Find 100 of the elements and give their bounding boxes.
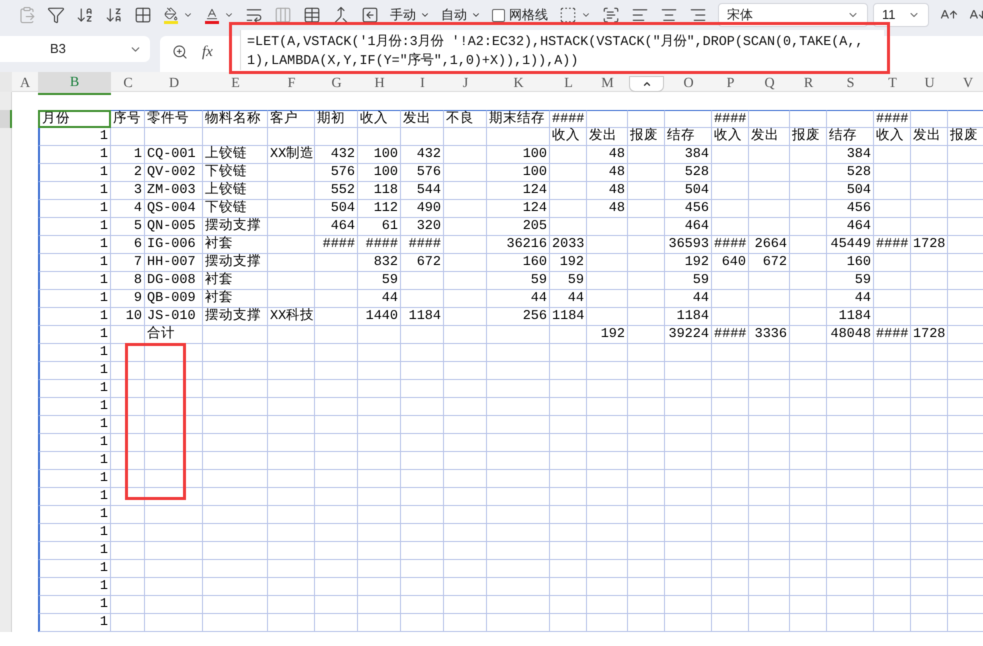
- table-cell: 8: [111, 272, 145, 290]
- table-cell: 序号: [111, 110, 145, 128]
- column-header[interactable]: V: [948, 72, 983, 95]
- filter-icon[interactable]: [47, 6, 65, 24]
- sort-descending-icon[interactable]: [105, 6, 123, 24]
- column-header[interactable]: S: [827, 72, 874, 95]
- table-cell: 1: [38, 272, 111, 290]
- paste-icon[interactable]: [18, 6, 36, 24]
- table-cell: 5: [111, 218, 145, 236]
- table-cell: QS-004: [145, 200, 203, 218]
- name-box[interactable]: B3: [0, 36, 150, 62]
- table-cell: 544: [401, 182, 444, 200]
- table-cell: 3: [111, 182, 145, 200]
- collapse-button[interactable]: [629, 76, 664, 92]
- table-cell: JS-010: [145, 308, 203, 326]
- table-cell: 2664: [749, 236, 790, 254]
- table-cell: 39224: [665, 326, 712, 344]
- table-cell: 490: [401, 200, 444, 218]
- column-header[interactable]: K: [487, 72, 550, 95]
- table-cell: 1: [38, 236, 111, 254]
- column-header[interactable]: G: [315, 72, 358, 95]
- column-header[interactable]: Q: [749, 72, 790, 95]
- column-header[interactable]: C: [111, 72, 145, 95]
- font-color-icon[interactable]: [204, 6, 220, 24]
- table-cell: 3336: [749, 326, 790, 344]
- table-cell: 1: [38, 542, 111, 560]
- table-cell: QV-002: [145, 164, 203, 182]
- font-size-select[interactable]: 11: [873, 3, 929, 27]
- column-header[interactable]: J: [444, 72, 487, 95]
- auto-dropdown[interactable]: 自动: [441, 5, 481, 25]
- border-icon[interactable]: [559, 6, 577, 24]
- align-center-icon[interactable]: [660, 6, 678, 24]
- column-header[interactable]: M: [587, 72, 628, 95]
- column-header[interactable]: R: [790, 72, 827, 95]
- table-cell: 672: [401, 254, 444, 272]
- column-header[interactable]: P: [712, 72, 749, 95]
- table-cell: 客户: [268, 110, 315, 128]
- column-header[interactable]: E: [203, 72, 268, 95]
- sort-ascending-icon[interactable]: [76, 6, 94, 24]
- table-cell: 1: [38, 344, 111, 362]
- table-cell: XX科技: [268, 308, 315, 326]
- table-cell: 9: [111, 290, 145, 308]
- clear-format-icon[interactable]: [602, 6, 620, 24]
- table-cell: 504: [665, 182, 712, 200]
- table-cell: ####: [401, 236, 444, 254]
- gridlines-checkbox[interactable]: [492, 8, 505, 22]
- column-header[interactable]: H: [358, 72, 401, 95]
- columns-icon[interactable]: [274, 6, 292, 24]
- table-cell: 1: [38, 326, 111, 344]
- table-cell: 1: [38, 290, 111, 308]
- table-cell: 44: [827, 290, 874, 308]
- table-cell: 4: [111, 200, 145, 218]
- table-cell: ####: [874, 110, 911, 128]
- table-cell: 44: [550, 290, 587, 308]
- table-frame-icon[interactable]: [303, 6, 321, 24]
- table-cell: 59: [358, 272, 401, 290]
- formula-field[interactable]: =LET(A,VSTACK('1月份:3月份 '!A2:EC32),HSTACK(VSTACK("月份",DROP(SCAN(0,TAKE(A,,1),LAMBDA(X,Y,IF(Y="序号",1,0)+X)),1)),A)): [240, 30, 884, 70]
- column-header[interactable]: O: [665, 72, 712, 95]
- column-header[interactable]: L: [550, 72, 587, 95]
- table-icon[interactable]: [134, 6, 152, 24]
- merge-icon[interactable]: [332, 6, 350, 24]
- column-header[interactable]: B: [38, 72, 111, 95]
- row-header[interactable]: [0, 110, 12, 128]
- table-cell: 1: [38, 146, 111, 164]
- column-header[interactable]: A: [12, 72, 38, 95]
- table-cell: 45449: [827, 236, 874, 254]
- table-cell: XX制造: [268, 146, 315, 164]
- table-cell: 192: [587, 326, 628, 344]
- column-header[interactable]: I: [401, 72, 444, 95]
- arrow-box-icon[interactable]: [361, 6, 379, 24]
- table-cell: 收入: [358, 110, 401, 128]
- calc-mode-dropdown[interactable]: 手动: [390, 5, 430, 25]
- column-header[interactable]: U: [911, 72, 948, 95]
- table-cell: 205: [487, 218, 550, 236]
- table-cell: 1: [38, 254, 111, 272]
- column-header[interactable]: T: [874, 72, 911, 95]
- table-cell: IG-006: [145, 236, 203, 254]
- table-cell: 456: [665, 200, 712, 218]
- table-cell: 432: [401, 146, 444, 164]
- table-cell: 摆动支撑: [203, 308, 268, 326]
- table-cell: 384: [827, 146, 874, 164]
- table-cell: 衬套: [203, 290, 268, 308]
- align-left-icon[interactable]: [631, 6, 649, 24]
- column-header[interactable]: D: [145, 72, 203, 95]
- table-cell: ####: [712, 236, 749, 254]
- fill-color-icon[interactable]: [163, 6, 179, 24]
- table-cell: 1: [38, 218, 111, 236]
- table-cell: 1: [38, 614, 111, 632]
- wrap-text-icon[interactable]: [245, 6, 263, 24]
- align-right-icon[interactable]: [689, 6, 707, 24]
- table-cell: 36593: [665, 236, 712, 254]
- table-cell: 1440: [358, 308, 401, 326]
- table-cell: ####: [358, 236, 401, 254]
- column-header[interactable]: F: [268, 72, 315, 95]
- table-cell: 发出: [749, 128, 790, 146]
- table-cell: 收入: [874, 128, 911, 146]
- zoom-icon[interactable]: [172, 44, 188, 60]
- table-cell: 合计: [145, 326, 203, 344]
- table-cell: 不良: [444, 110, 487, 128]
- table-cell: 504: [315, 200, 358, 218]
